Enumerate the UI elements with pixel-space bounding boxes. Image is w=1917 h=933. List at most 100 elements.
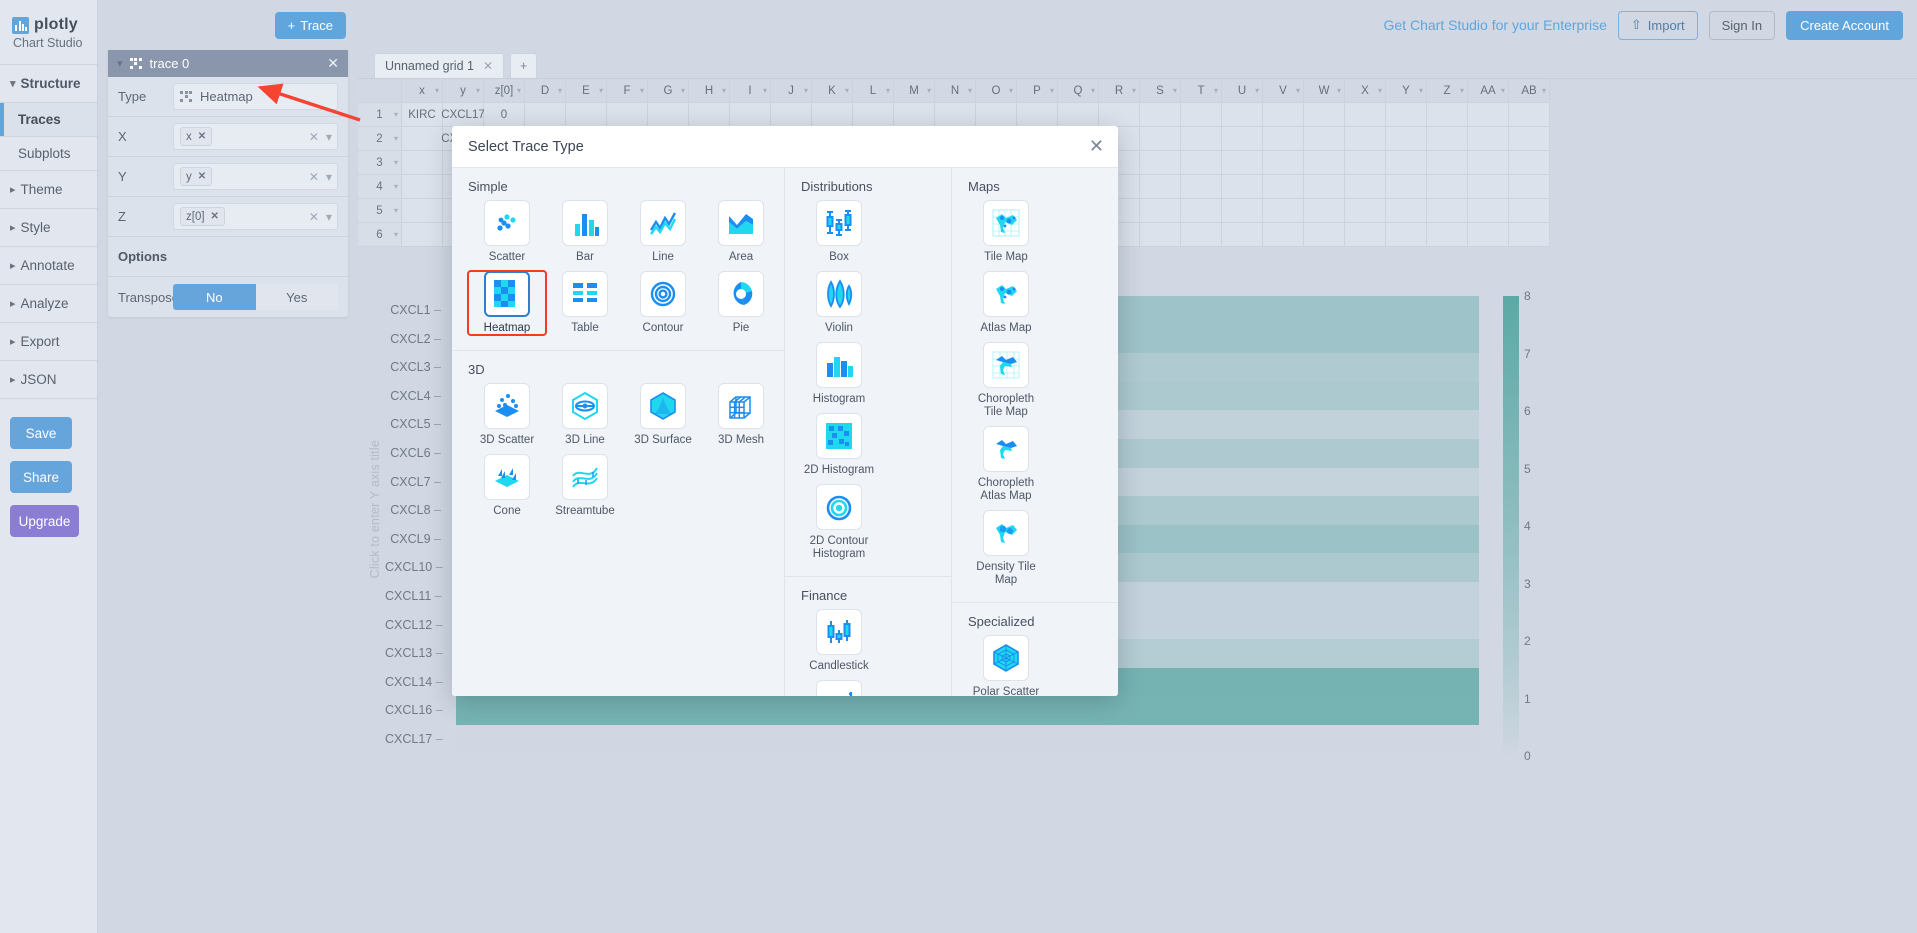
trace-type-surface3d[interactable]: 3D Surface — [624, 383, 702, 447]
tile-label: Tile Map — [984, 251, 1028, 263]
modal-section-maps: Maps Tile Map Atlas Map Choropleth Tile Map… — [952, 168, 1118, 602]
table-icon — [570, 279, 600, 309]
trace-type-histogram2d[interactable]: 2D Histogram — [801, 413, 877, 477]
histogram-icon — [824, 350, 854, 380]
tile-group: 3D Scatter 3D Line 3D Surface 3D Mesh Cone St… — [468, 383, 784, 525]
modal-section-3d: 3D 3D Scatter 3D Line 3D Surface 3D Mesh Cone… — [452, 350, 784, 533]
trace-type-candlestick[interactable]: Candlestick — [801, 609, 877, 673]
modal-column-1: Simple Scatter Bar Line Area Heatmap Table Cont… — [452, 168, 785, 696]
tile-group: CandlestickOHLCWaterfallFunnelFunnel Are… — [801, 609, 951, 696]
section-title: Finance — [801, 588, 848, 603]
tile-label: Line — [652, 251, 674, 263]
tile-box — [718, 271, 764, 317]
line-icon — [648, 208, 678, 238]
modal-column-3: Maps Tile Map Atlas Map Choropleth Tile Map… — [952, 168, 1118, 696]
tile-map-icon — [991, 208, 1021, 238]
scatter-icon — [492, 208, 522, 238]
tile-box — [640, 200, 686, 246]
tile-label: Histogram — [812, 393, 866, 405]
contour-icon — [648, 279, 678, 309]
trace-type-polar-scatter[interactable]: Polar Scatter — [968, 635, 1044, 696]
trace-type-pie[interactable]: Pie — [702, 271, 780, 335]
tile-label: Pie — [732, 322, 750, 334]
trace-type-scatter3d[interactable]: 3D Scatter — [468, 383, 546, 447]
trace-type-scatter[interactable]: Scatter — [468, 200, 546, 264]
modal-column-2: Distributions Box Violin Histogram 2D Histog… — [785, 168, 952, 696]
tile-box — [816, 609, 862, 655]
modal-body: Simple Scatter Bar Line Area Heatmap Table Cont… — [452, 168, 1118, 696]
section-title: 3D — [468, 362, 485, 377]
tile-box — [983, 200, 1029, 246]
close-icon[interactable]: ✕ — [1089, 137, 1104, 155]
cone-icon — [492, 462, 522, 492]
trace-type-cone[interactable]: Cone — [468, 454, 546, 518]
trace-type-box[interactable]: Box — [801, 200, 877, 264]
modal-header: Select Trace Type ✕ — [452, 126, 1118, 168]
trace-type-mesh3d[interactable]: 3D Mesh — [702, 383, 780, 447]
candlestick-icon — [824, 617, 854, 647]
tile-label: Candlestick — [809, 660, 869, 672]
modal-section-specialized: Specialized Polar ScatterPolar BarTernary… — [952, 602, 1118, 696]
trace-type-bar[interactable]: Bar — [546, 200, 624, 264]
trace-type-streamtube[interactable]: Streamtube — [546, 454, 624, 518]
tile-box — [718, 383, 764, 429]
section-title: Distributions — [801, 179, 873, 194]
trace-type-contour-histogram[interactable]: 2D Contour Histogram — [801, 484, 877, 561]
mesh3d-icon — [726, 391, 756, 421]
ohlc-icon — [824, 688, 854, 696]
tile-label: Streamtube — [555, 505, 615, 517]
tile-label: Scatter — [488, 251, 526, 263]
modal-section-finance: FinanceCandlestickOHLCWaterfallFunnelFun… — [785, 576, 951, 696]
trace-type-ohlc[interactable]: OHLC — [801, 680, 877, 696]
trace-type-table[interactable]: Table — [546, 271, 624, 335]
tile-label: 3D Line — [565, 434, 605, 446]
tile-box — [562, 454, 608, 500]
select-trace-type-modal: Select Trace Type ✕ Simple Scatter Bar Line… — [452, 126, 1118, 696]
trace-type-atlas-map[interactable]: Atlas Map — [968, 271, 1044, 335]
tile-box — [640, 271, 686, 317]
tile-label: Cone — [493, 505, 521, 517]
trace-type-tile-map[interactable]: Tile Map — [968, 200, 1044, 264]
tile-label: Contour — [642, 322, 684, 334]
trace-type-histogram[interactable]: Histogram — [801, 342, 877, 406]
trace-type-area[interactable]: Area — [702, 200, 780, 264]
trace-type-density-tile[interactable]: Density Tile Map — [968, 510, 1044, 587]
tile-label: 3D Surface — [634, 434, 692, 446]
trace-type-choropleth-tile[interactable]: Choropleth Tile Map — [968, 342, 1044, 419]
tile-label: Density Tile Map — [976, 561, 1036, 586]
tile-label: Choropleth Tile Map — [977, 393, 1035, 418]
trace-type-contour[interactable]: Contour — [624, 271, 702, 335]
density-tile-icon — [991, 518, 1021, 548]
modal-section-distributions: Distributions Box Violin Histogram 2D Histog… — [785, 168, 951, 576]
tile-box — [983, 426, 1029, 472]
trace-type-choropleth-atlas[interactable]: Choropleth Atlas Map — [968, 426, 1044, 503]
tile-label: Heatmap — [483, 322, 531, 334]
contour-histogram-icon — [824, 492, 854, 522]
tile-box — [816, 484, 862, 530]
tile-box — [983, 635, 1029, 681]
tile-box — [983, 342, 1029, 388]
tile-box — [640, 383, 686, 429]
tile-group: Polar ScatterPolar BarTernary ScatterSun… — [968, 635, 1118, 696]
tile-label: 2D Contour Histogram — [809, 535, 869, 560]
tile-label: 2D Histogram — [803, 464, 875, 476]
heatmap-icon — [492, 278, 522, 310]
bar-icon — [570, 208, 600, 238]
tile-group: Box Violin Histogram 2D Histogram 2D Contour… — [801, 200, 951, 568]
tile-box — [484, 271, 530, 317]
modal-title: Select Trace Type — [468, 138, 584, 155]
trace-type-line3d[interactable]: 3D Line — [546, 383, 624, 447]
tile-label: 3D Scatter — [479, 434, 535, 446]
pie-icon — [726, 279, 756, 309]
line3d-icon — [570, 391, 600, 421]
trace-type-line[interactable]: Line — [624, 200, 702, 264]
trace-type-heatmap[interactable]: Heatmap — [467, 270, 547, 336]
tile-box — [484, 454, 530, 500]
trace-type-violin[interactable]: Violin — [801, 271, 877, 335]
tile-box — [983, 510, 1029, 556]
tile-box — [816, 342, 862, 388]
tile-box — [816, 200, 862, 246]
tile-box — [816, 413, 862, 459]
tile-label: Choropleth Atlas Map — [977, 477, 1035, 502]
tile-box — [484, 383, 530, 429]
